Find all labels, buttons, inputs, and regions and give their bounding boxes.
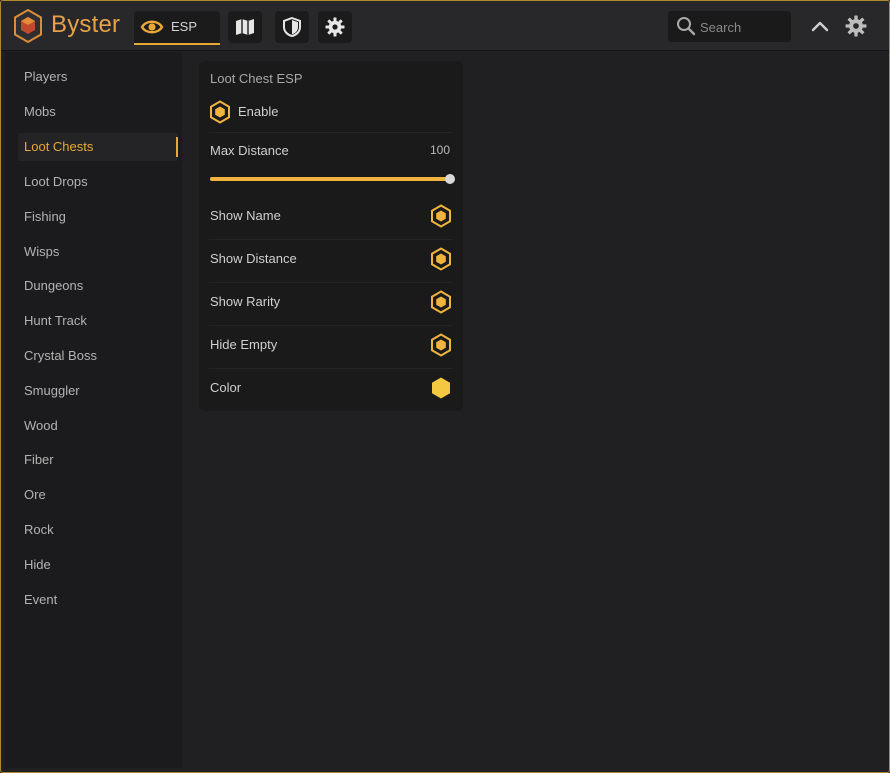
hex-checkbox-checked-icon	[431, 290, 451, 314]
byster-logo-icon	[14, 9, 42, 43]
enable-toggle[interactable]: Enable	[209, 99, 449, 125]
sidebar-item-dungeons[interactable]: Dungeons	[18, 272, 178, 300]
sidebar-item-rock[interactable]: Rock	[18, 516, 178, 544]
option-show-name[interactable]: Show Name	[210, 197, 453, 239]
sidebar-item-smuggler[interactable]: Smuggler	[18, 377, 178, 405]
option-label: Show Rarity	[210, 294, 281, 309]
settings-gear-icon[interactable]	[845, 15, 867, 37]
search-icon	[677, 17, 696, 36]
sidebar-item-fiber[interactable]: Fiber	[18, 446, 178, 474]
max-distance-slider[interactable]	[210, 174, 455, 184]
sidebar-item-loot-chests[interactable]: Loot Chests	[18, 133, 178, 161]
sidebar-item-hide[interactable]: Hide	[18, 551, 178, 579]
hex-checkbox-checked-icon	[210, 100, 230, 124]
option-hide-empty[interactable]: Hide Empty	[210, 326, 453, 368]
top-bar: Byster ESP	[1, 1, 889, 51]
sidebar-item-wisps[interactable]: Wisps	[18, 238, 178, 266]
shield-icon	[283, 17, 301, 37]
option-label: Hide Empty	[210, 337, 278, 352]
search-input[interactable]	[700, 17, 786, 37]
sidebar-item-crystal-boss[interactable]: Crystal Boss	[18, 342, 178, 370]
option-label: Show Distance	[210, 251, 297, 266]
sidebar-item-players[interactable]: Players	[18, 63, 178, 91]
color-swatch[interactable]	[430, 376, 452, 400]
sidebar-item-ore[interactable]: Ore	[18, 481, 178, 509]
sidebar-item-hunt-track[interactable]: Hunt Track	[18, 307, 178, 335]
panel-title: Loot Chest ESP	[210, 71, 303, 86]
category-sidebar: Players Mobs Loot Chests Loot Drops Fish…	[5, 52, 182, 768]
sidebar-item-mobs[interactable]: Mobs	[18, 98, 178, 126]
gear-icon	[325, 17, 345, 37]
enable-label: Enable	[238, 104, 279, 119]
color-label: Color	[210, 380, 242, 395]
divider	[209, 132, 453, 133]
eye-icon	[140, 20, 164, 34]
sidebar-item-loot-drops[interactable]: Loot Drops	[18, 168, 178, 196]
chevron-up-icon[interactable]	[809, 15, 831, 37]
hex-checkbox-checked-icon	[431, 204, 451, 228]
map-icon	[236, 19, 254, 35]
max-distance-value: 100	[429, 143, 450, 157]
tab-map[interactable]	[228, 11, 262, 43]
option-color[interactable]: Color	[210, 369, 453, 411]
sidebar-item-wood[interactable]: Wood	[18, 412, 178, 440]
tab-settings[interactable]	[318, 11, 352, 43]
search-box[interactable]	[668, 11, 791, 42]
tab-esp-label: ESP	[171, 19, 198, 34]
max-distance-label: Max Distance	[210, 143, 289, 158]
option-label: Show Name	[210, 208, 281, 223]
hex-checkbox-checked-icon	[431, 247, 451, 271]
option-show-rarity[interactable]: Show Rarity	[210, 283, 453, 325]
option-show-distance[interactable]: Show Distance	[210, 240, 453, 282]
sidebar-item-event[interactable]: Event	[18, 586, 178, 614]
app-window: Byster ESP Search Players Mobs Loot Ches…	[0, 0, 890, 773]
hex-checkbox-checked-icon	[431, 333, 451, 357]
loot-chest-esp-panel: Loot Chest ESP Enable Max Distance 100 S…	[199, 61, 463, 411]
tab-protection[interactable]	[275, 11, 309, 43]
tab-esp[interactable]: ESP	[134, 11, 220, 45]
slider-fill	[210, 177, 450, 181]
slider-thumb[interactable]	[445, 174, 455, 184]
sidebar-item-fishing[interactable]: Fishing	[18, 203, 178, 231]
brand-title: Byster	[51, 11, 121, 38]
